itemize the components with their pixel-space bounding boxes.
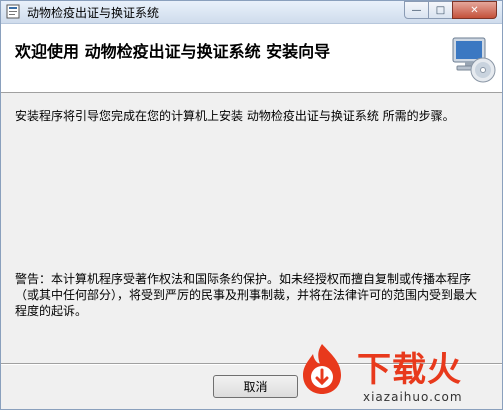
wizard-header: 欢迎使用 动物检疫出证与换证系统 安装向导 xyxy=(1,24,502,93)
installer-app-icon xyxy=(6,4,20,19)
window-title: 动物检疫出证与换证系统 xyxy=(27,6,160,20)
watermark-url: xiazaihuo.com xyxy=(363,390,463,404)
computer-cd-icon xyxy=(452,37,496,83)
close-icon: ✕ xyxy=(470,4,479,16)
minimize-icon: — xyxy=(411,4,422,16)
watermark-brand: 下载火 xyxy=(357,350,462,390)
maximize-icon: □ xyxy=(435,4,446,16)
title-bar[interactable]: 动物检疫出证与换证系统 — □ ✕ xyxy=(1,1,502,24)
maximize-button[interactable]: □ xyxy=(428,1,453,19)
page-title: 欢迎使用 动物检疫出证与换证系统 安装向导 xyxy=(15,42,331,61)
description-text: 安装程序将引导您完成在您的计算机上安装 动物检疫出证与换证系统 所需的步骤。 xyxy=(15,109,455,123)
close-button[interactable]: ✕ xyxy=(452,1,497,19)
site-watermark: 下载火 xiazaihuo.com xyxy=(293,340,503,410)
minimize-button[interactable]: — xyxy=(404,1,429,19)
cancel-button[interactable]: 取消 xyxy=(213,375,298,398)
copyright-warning: 警告：本计算机程序受著作权法和国际条约保护。如未经授权而擅自复制或传播本程序（或… xyxy=(15,272,478,318)
fire-logo-icon xyxy=(303,344,341,394)
